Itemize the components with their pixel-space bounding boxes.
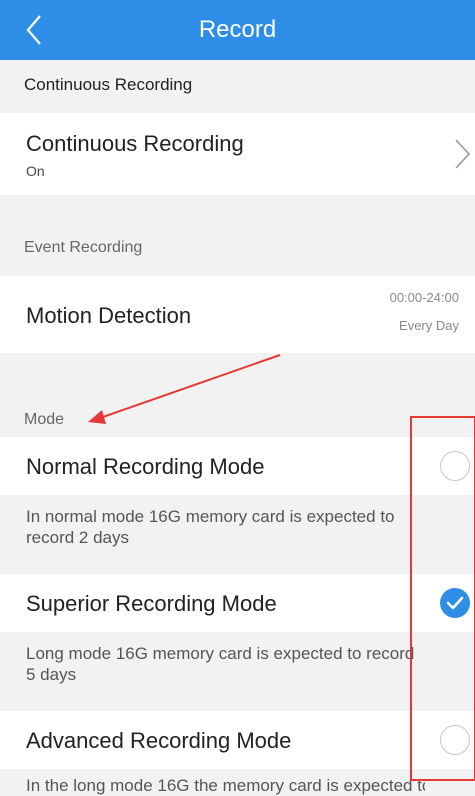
superior-recording-mode-row[interactable]: Superior Recording Mode [0, 574, 475, 632]
motion-detection-row[interactable]: Motion Detection 00:00-24:00 Every Day [0, 276, 475, 353]
checkmark-icon [446, 596, 464, 610]
superior-recording-mode-description: Long mode 16G memory card is expected to… [26, 644, 415, 684]
normal-recording-mode-description: In normal mode 16G memory card is expect… [26, 507, 395, 547]
event-section-label: Event Recording [24, 239, 143, 256]
continuous-section-header: Continuous Recording [0, 60, 475, 112]
motion-detection-time: 00:00-24:00 [389, 290, 459, 305]
continuous-recording-row[interactable]: Continuous Recording On [0, 113, 475, 195]
advanced-recording-mode-radio[interactable] [440, 725, 470, 755]
mode-section-label: Mode [24, 411, 65, 428]
advanced-recording-mode-row[interactable]: Advanced Recording Mode [0, 711, 475, 769]
motion-detection-days: Every Day [399, 318, 459, 333]
annotation-arrow [99, 354, 281, 419]
continuous-section-label: Continuous Recording [24, 75, 193, 94]
advanced-recording-mode-label: Advanced Recording Mode [26, 728, 292, 753]
normal-recording-mode-radio[interactable] [440, 451, 470, 481]
motion-detection-title: Motion Detection [26, 303, 192, 328]
annotation-arrowhead [88, 410, 106, 424]
continuous-recording-title: Continuous Recording [26, 131, 244, 156]
chevron-right-icon [455, 139, 471, 169]
advanced-recording-mode-description: In the long mode 16G the memory card is … [26, 776, 425, 795]
top-app-bar: Record [0, 0, 475, 60]
superior-recording-mode-label: Superior Recording Mode [26, 591, 277, 616]
page-title: Record [198, 16, 277, 43]
normal-recording-mode-row[interactable]: Normal Recording Mode [0, 437, 475, 495]
continuous-recording-status: On [26, 163, 45, 179]
superior-recording-mode-radio[interactable] [440, 588, 470, 618]
normal-recording-mode-label: Normal Recording Mode [26, 454, 265, 479]
